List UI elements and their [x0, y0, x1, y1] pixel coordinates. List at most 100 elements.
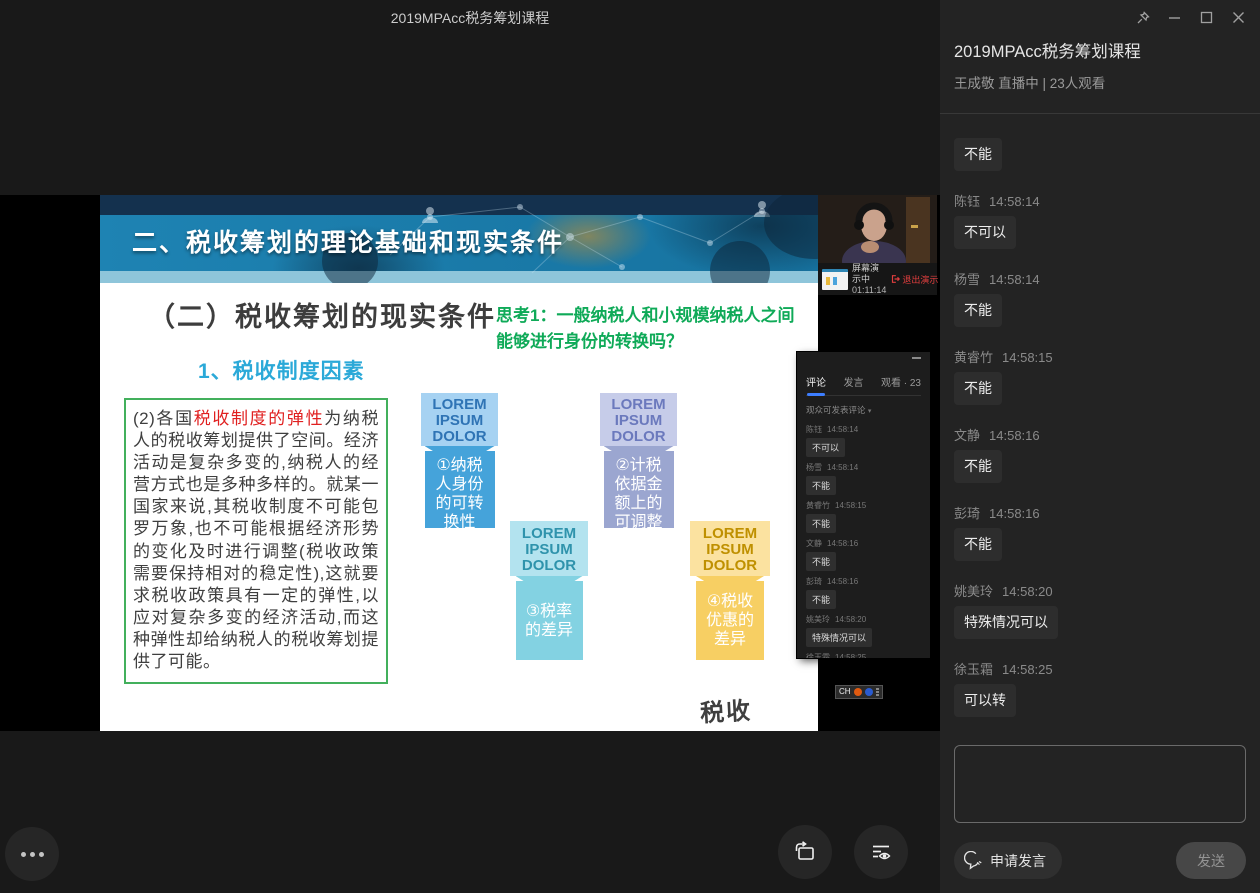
overlay-minimize-icon[interactable] [912, 357, 921, 359]
process-box-1-connector [425, 446, 495, 451]
slide-footer-label: 税收 [699, 691, 753, 729]
chat-bubble: 特殊情况可以 [954, 606, 1058, 639]
request-speak-button[interactable]: 申请发言 [954, 842, 1062, 879]
chat-bubble: 可以转 [954, 684, 1016, 717]
process-box-2-header: LOREM IPSUM DOLOR [600, 393, 677, 446]
sidebar-bottom-bar: 申请发言 发送 [954, 842, 1246, 879]
viewer-list-icon [868, 839, 894, 865]
presenter-webcam [818, 195, 937, 263]
chat-input[interactable] [954, 745, 1246, 823]
main-stage: 2019MPAcc税务筹划课程 [0, 0, 940, 893]
caret-down-icon: ▾ [868, 408, 872, 415]
slide-banner-title: 二、税收筹划的理论基础和现实条件 [132, 215, 564, 271]
chat-message-list[interactable]: 不能 陈钰14:58:14 不可以 杨雪14:58:14 不能 黄睿竹14:58… [940, 114, 1260, 740]
chat-sender: 陈钰 [954, 194, 980, 209]
slide-subsection-title: 1、税收制度因素 [198, 355, 365, 385]
presenting-status-label: 屏幕演示中 [852, 263, 886, 285]
pin-window-button[interactable] [1135, 10, 1150, 25]
chat-time: 14:58:16 [989, 506, 1040, 521]
close-window-button[interactable] [1231, 10, 1246, 25]
ime-language-bar: CH [835, 685, 883, 699]
chat-time: 14:58:14 [989, 194, 1040, 209]
request-speak-label: 申请发言 [990, 851, 1046, 871]
chat-bubble: 不能 [954, 294, 1002, 327]
exit-presentation-button[interactable]: 退出演示 [890, 273, 938, 286]
window-controls [1135, 10, 1246, 25]
ime-help-icon[interactable] [865, 688, 873, 696]
process-box-3: LOREM IPSUM DOLOR ③税率的差异 [510, 521, 588, 660]
chat-sender: 杨雪 [954, 272, 980, 287]
overlay-message: 徐玉霜14:58:25 可以转 [806, 653, 921, 658]
presenting-duration: 01:11:14 [852, 285, 886, 296]
overlay-message: 陈钰14:58:14 不可以 [806, 425, 921, 463]
banner-strip-bottom [100, 271, 818, 283]
minimize-window-button[interactable] [1167, 10, 1182, 25]
overlay-tab-speak[interactable]: 发言 [843, 374, 863, 389]
overlay-message: 文静14:58:16 不能 [806, 539, 921, 577]
presentation-slide: 二、税收筹划的理论基础和现实条件 （二）税收筹划的现实条件 思考1：一般纳税人和… [100, 195, 818, 731]
chat-message: 不能 [954, 138, 1246, 191]
viewer-list-button[interactable] [854, 825, 908, 879]
process-box-2: LOREM IPSUM DOLOR ②计税依据金额上的可调整性 [600, 393, 677, 528]
overlay-tab-viewers[interactable]: 观看 · 23 [881, 374, 921, 389]
embedded-chat-overlay: 评论 发言 观看 · 23 观众可发表评论 ▾ 陈钰14:58:14 不可以 杨… [797, 352, 930, 658]
screenshare-video: 二、税收筹划的理论基础和现实条件 （二）税收筹划的现实条件 思考1：一般纳税人和… [0, 195, 940, 731]
process-box-1-label: ①纳税人身份的可转换性 [425, 451, 495, 528]
ime-grip-icon[interactable] [876, 688, 879, 696]
speak-icon [964, 851, 984, 871]
paragraph-highlight: 税收制度的弹性 [194, 409, 325, 428]
maximize-icon [1200, 11, 1213, 24]
presenter-status: 屏幕演示中 01:11:14 [852, 263, 886, 296]
switch-view-icon [792, 839, 818, 865]
chat-time: 14:58:25 [1002, 662, 1053, 677]
overlay-notice: 观众可发表评论 ▾ [806, 404, 921, 416]
chat-sender: 姚美玲 [954, 584, 993, 599]
overlay-message: 杨雪14:58:14 不能 [806, 463, 921, 501]
switch-view-button[interactable] [778, 825, 832, 879]
send-label: 发送 [1197, 851, 1225, 871]
overlay-message-list: 陈钰14:58:14 不可以 杨雪14:58:14 不能 黄睿竹14:58:15… [806, 425, 921, 658]
process-box-1-header: LOREM IPSUM DOLOR [421, 393, 498, 446]
chat-bubble: 不能 [954, 138, 1002, 171]
slide-paragraph-box: (2)各国税收制度的弹性为纳税人的税收筹划提供了空间。经济活动是复杂多变的,纳税… [124, 398, 388, 684]
screenshare-mini-thumbnail [822, 269, 848, 290]
overlay-message: 黄睿竹14:58:15 不能 [806, 501, 921, 539]
process-box-4: LOREM IPSUM DOLOR ④税收优惠的差异 [690, 521, 770, 660]
chat-bubble: 不能 [954, 450, 1002, 483]
presenter-status-bar: 屏幕演示中 01:11:14 退出演示 [818, 263, 937, 295]
presenter-live-status: 王成敬 直播中 | 23人观看 [954, 72, 1105, 92]
chat-time: 14:58:14 [989, 272, 1040, 287]
process-box-3-header: LOREM IPSUM DOLOR [510, 521, 588, 576]
chat-sender: 文静 [954, 428, 980, 443]
ime-tool-icon[interactable] [854, 688, 862, 696]
chat-message: 徐玉霜14:58:25 可以转 [954, 659, 1246, 737]
process-box-2-label: ②计税依据金额上的可调整性 [604, 451, 674, 528]
chat-message: 杨雪 14:58:14 不能 [954, 269, 1246, 347]
slide-banner: 二、税收筹划的理论基础和现实条件 [100, 195, 818, 283]
process-box-3-connector [516, 576, 583, 581]
maximize-window-button[interactable] [1199, 10, 1214, 25]
banner-strip-top [100, 195, 818, 215]
minimize-icon [1168, 11, 1181, 24]
course-title: 2019MPAcc税务筹划课程 [954, 38, 1141, 62]
send-button[interactable]: 发送 [1176, 842, 1246, 879]
slide-section-title: （二）税收筹划的现实条件 [148, 295, 496, 334]
process-box-4-connector [696, 576, 764, 581]
overlay-tab-comments[interactable]: 评论 [806, 374, 826, 389]
pin-icon [1136, 11, 1150, 25]
slide-question-line1: 思考1：一般纳税人和小规模纳税人之间 [496, 303, 806, 329]
process-box-4-header: LOREM IPSUM DOLOR [690, 521, 770, 576]
process-box-2-connector [604, 446, 674, 451]
process-box-4-label: ④税收优惠的差异 [696, 581, 764, 660]
chat-time: 14:58:20 [1002, 584, 1053, 599]
chat-message: 文静14:58:16 不能 [954, 425, 1246, 503]
chat-bubble: 不能 [954, 528, 1002, 561]
more-options-button[interactable] [5, 827, 59, 881]
chat-bubble: 不能 [954, 372, 1002, 405]
ime-language-label[interactable]: CH [839, 688, 851, 696]
overlay-message: 彭琦14:58:16 不能 [806, 577, 921, 615]
chat-message: 彭琦14:58:16 不能 [954, 503, 1246, 581]
process-box-3-label: ③税率的差异 [516, 581, 583, 660]
overlay-tabs: 评论 发言 观看 · 23 [806, 374, 921, 396]
slide-question: 思考1：一般纳税人和小规模纳税人之间 能够进行身份的转换吗？ [496, 303, 806, 355]
